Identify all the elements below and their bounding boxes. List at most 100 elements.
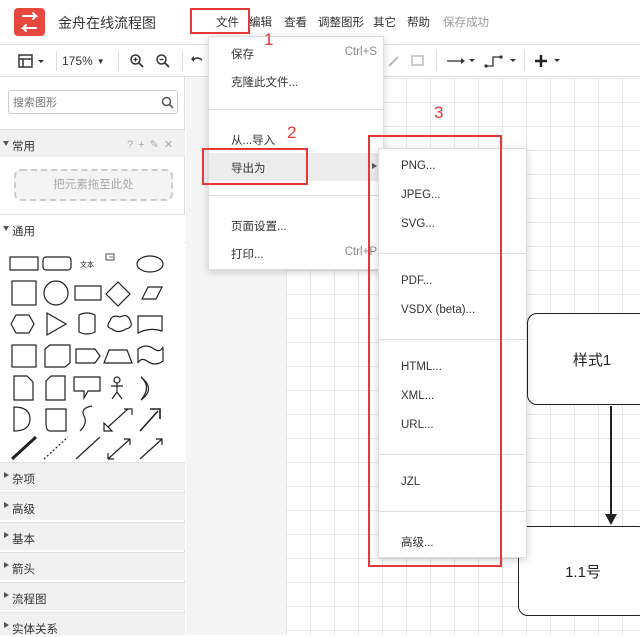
double-arrow-line-shape[interactable] xyxy=(107,438,131,460)
note-shape[interactable] xyxy=(13,375,34,401)
shape-search-input[interactable] xyxy=(13,95,153,111)
collapsed-triangle-icon xyxy=(4,532,9,538)
section-advanced-label: 高级 xyxy=(12,504,35,516)
annotation-number-2: 2 xyxy=(287,123,297,142)
connector-arrowhead-icon xyxy=(605,514,617,525)
favorites-drop-zone[interactable]: 把元素拖至此处 xyxy=(14,169,173,201)
annotation-number-1: 1 xyxy=(264,30,274,49)
step-shape[interactable] xyxy=(75,348,101,364)
line-color-button[interactable] xyxy=(386,51,402,71)
rectangle-shape[interactable] xyxy=(9,256,39,271)
triangle-shape[interactable] xyxy=(46,311,68,337)
page-format-button[interactable] xyxy=(18,51,46,71)
zoom-out-button[interactable] xyxy=(154,51,172,71)
thick-line-shape[interactable] xyxy=(10,435,38,461)
connection-style-button[interactable] xyxy=(446,51,476,71)
menu-other[interactable]: 其它 xyxy=(373,14,396,30)
connector-line[interactable] xyxy=(610,406,612,521)
common-tools[interactable]: ? + ✎ ✕ xyxy=(127,138,174,151)
collapsed-triangle-icon xyxy=(4,502,9,508)
collapsed-triangle-icon xyxy=(4,562,9,568)
rounded-rectangle-shape[interactable] xyxy=(42,256,72,271)
hexagon-shape[interactable] xyxy=(10,314,35,334)
annotation-box-file-menu xyxy=(190,8,250,34)
section-flowchart-label: 流程图 xyxy=(12,594,47,606)
section-basic[interactable]: 基本 xyxy=(0,522,185,550)
delay-shape[interactable] xyxy=(13,406,31,432)
diagram-node-style1[interactable]: 样式1 xyxy=(527,313,640,405)
section-general[interactable]: 通用 xyxy=(0,214,185,242)
collapsed-triangle-icon xyxy=(4,472,9,478)
line-shape[interactable] xyxy=(75,436,101,460)
zoom-level: 175% xyxy=(62,54,93,68)
insert-button[interactable] xyxy=(534,51,566,71)
section-misc-label: 杂项 xyxy=(12,474,35,486)
actor-shape[interactable] xyxy=(113,376,121,384)
document-shape[interactable] xyxy=(137,315,163,334)
menu-separator xyxy=(209,195,383,196)
cloud-shape[interactable] xyxy=(107,314,132,333)
parallelogram-shape[interactable] xyxy=(141,286,163,300)
bidirectional-arrow-shape[interactable] xyxy=(103,408,133,432)
menu-edit[interactable]: 编辑 xyxy=(249,14,272,30)
tape-shape[interactable] xyxy=(137,345,164,365)
cube-shape[interactable] xyxy=(44,344,71,368)
directional-line-shape[interactable] xyxy=(139,438,163,460)
waypoints-icon xyxy=(484,55,516,68)
app-logo-icon[interactable] xyxy=(14,8,45,36)
undo-button[interactable] xyxy=(190,51,204,71)
section-er[interactable]: 实体关系 xyxy=(0,612,185,636)
card-shape[interactable] xyxy=(45,375,66,401)
trapezoid-shape[interactable] xyxy=(103,349,133,364)
process-shape[interactable] xyxy=(74,285,102,301)
shadow-button[interactable] xyxy=(410,51,426,71)
menu-separator xyxy=(209,109,383,110)
dashed-line-shape[interactable] xyxy=(43,436,69,460)
file-menu-page-setup[interactable]: 页面设置... xyxy=(209,211,383,239)
ellipse-shape[interactable] xyxy=(136,255,164,273)
waypoints-button[interactable] xyxy=(484,51,518,71)
shape-search-box[interactable] xyxy=(8,90,178,114)
square-shape[interactable] xyxy=(11,280,37,306)
internal-storage-shape[interactable] xyxy=(11,344,37,368)
section-arrows[interactable]: 箭头 xyxy=(0,552,185,580)
section-common[interactable]: 常用 ? + ✎ ✕ xyxy=(0,129,185,157)
zoom-in-icon xyxy=(130,54,144,68)
diagram-node-1-1[interactable]: 1.1号 xyxy=(518,526,640,616)
section-arrows-label: 箭头 xyxy=(12,564,35,576)
file-menu-clone[interactable]: 克隆此文件... xyxy=(209,67,383,95)
search-icon xyxy=(161,96,174,109)
undo-icon xyxy=(191,56,203,62)
text-shape[interactable]: 文本 xyxy=(80,260,94,269)
save-status: 保存成功 xyxy=(443,17,489,29)
menu-view[interactable]: 查看 xyxy=(284,14,307,30)
zoom-select[interactable]: 175% ▼ xyxy=(62,51,112,71)
zoom-out-icon xyxy=(156,54,170,68)
shadow-icon xyxy=(411,55,424,66)
section-advanced[interactable]: 高级 xyxy=(0,492,185,520)
shape-palette-svg: 文本 xyxy=(9,253,164,461)
shapes-sidebar: 常用 ? + ✎ ✕ 把元素拖至此处 通用 xyxy=(0,77,185,636)
menu-help[interactable]: 帮助 xyxy=(407,14,430,30)
plus-icon xyxy=(535,55,560,67)
toolbar-divider xyxy=(118,51,119,71)
toolbar-divider xyxy=(182,51,183,71)
section-misc[interactable]: 杂项 xyxy=(0,462,185,490)
cylinder-shape[interactable] xyxy=(78,312,96,335)
arrow-shape[interactable] xyxy=(139,408,161,432)
callout-shape[interactable] xyxy=(73,376,101,401)
app-title: 金舟在线流程图 xyxy=(58,15,156,31)
curve-shape[interactable] xyxy=(79,405,93,432)
zoom-in-button[interactable] xyxy=(128,51,146,71)
file-menu-print[interactable]: 打印... Ctrl+P xyxy=(209,239,383,267)
circle-shape[interactable] xyxy=(43,280,69,306)
section-flowchart[interactable]: 流程图 xyxy=(0,582,185,610)
data-storage-shape[interactable] xyxy=(45,408,67,432)
pencil-icon xyxy=(388,56,399,67)
diamond-shape[interactable] xyxy=(105,281,131,307)
or-shape[interactable] xyxy=(140,376,150,401)
arrow-right-icon xyxy=(447,58,475,64)
section-common-label: 常用 xyxy=(12,141,35,153)
menu-arrange[interactable]: 调整图形 xyxy=(318,14,364,30)
file-menu-save[interactable]: 保存 Ctrl+S xyxy=(209,39,383,67)
